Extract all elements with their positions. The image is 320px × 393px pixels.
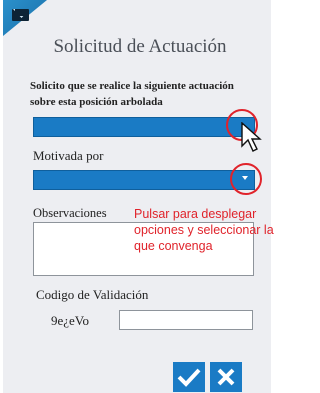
reason-select[interactable] xyxy=(33,170,255,190)
cancel-button[interactable] xyxy=(210,362,242,392)
highlight-circle-reason xyxy=(230,163,262,195)
captcha-text: 9e¿eVo xyxy=(51,313,90,328)
check-icon xyxy=(177,368,201,387)
validation-label: Codigo de Validación xyxy=(36,287,149,302)
close-icon xyxy=(217,368,235,386)
mail-icon xyxy=(12,9,29,21)
mouse-pointer-icon xyxy=(241,122,262,152)
confirm-button[interactable] xyxy=(173,362,205,392)
observations-label: Observaciones xyxy=(33,206,107,220)
form-panel: Solicitud de Actuación Solicito que se r… xyxy=(3,0,274,393)
instruction-note: Pulsar para desplegar opciones y selecci… xyxy=(134,207,274,253)
request-label: Solicito que se realice la siguiente act… xyxy=(30,80,234,108)
action-select[interactable] xyxy=(33,117,255,137)
reason-label: Motivada por xyxy=(33,148,104,163)
page-title: Solicitud de Actuación xyxy=(53,36,227,57)
validation-code-input[interactable] xyxy=(119,310,253,330)
